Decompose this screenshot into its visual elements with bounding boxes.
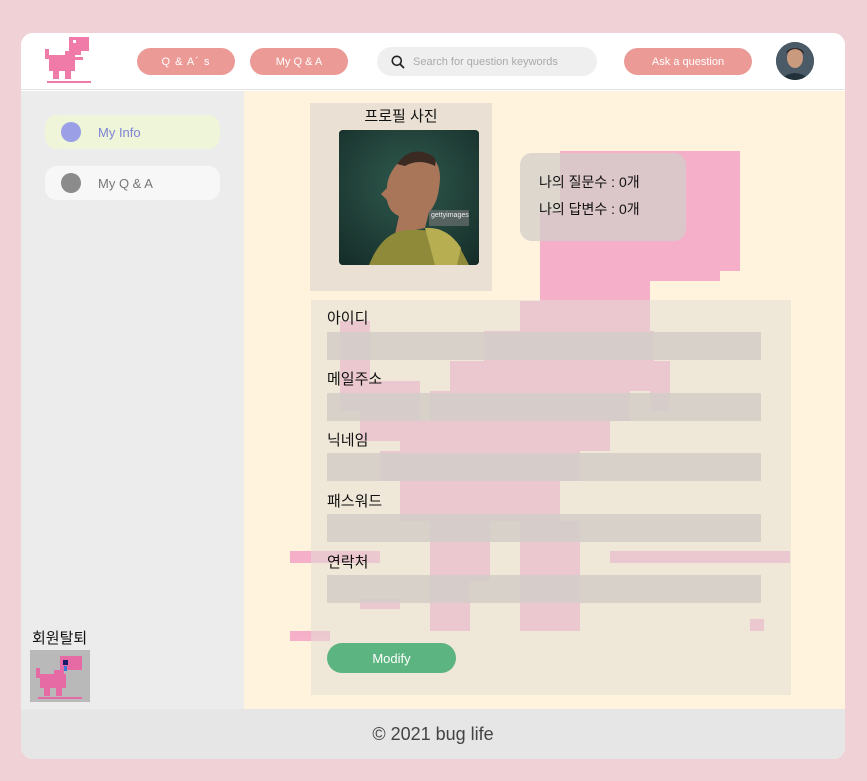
profile-photo[interactable]: gettyimages <box>339 130 479 265</box>
password-label: 패스워드 <box>327 493 383 510</box>
password-field[interactable] <box>327 514 761 542</box>
sidebar-item-label: My Q & A <box>98 175 153 191</box>
profile-title: 프로필 사진 <box>364 108 438 125</box>
profile-form: 아이디 메일주소 닉네임 패스워드 연락처 Modify <box>311 300 791 695</box>
nickname-label: 닉네임 <box>327 432 369 449</box>
nav-qa-button[interactable]: Q & A´ s <box>137 48 235 75</box>
nav-my-qa-button[interactable]: My Q & A <box>250 48 348 75</box>
pink-pixel-dinosaur-icon[interactable] <box>43 35 95 87</box>
sidebar-item-my-qa[interactable]: My Q & A <box>45 166 220 200</box>
profile-photo-card: 프로필 사진 gettyimages <box>310 103 492 291</box>
search-icon <box>391 55 405 69</box>
phone-label: 연락처 <box>327 554 369 571</box>
withdraw-label: 회원탈퇴 <box>32 630 88 647</box>
phone-field[interactable] <box>327 575 761 603</box>
main-content: 프로필 사진 gettyimages 나의 질문수: 0개 나의 답변수: … <box>244 91 845 709</box>
circle-icon <box>61 122 81 142</box>
app-window: Q & A´ s My Q & A Ask a question My Info <box>21 33 845 759</box>
crying-dinosaur-icon[interactable] <box>30 650 90 702</box>
answer-count: 나의 답변수 : 0개 <box>539 201 640 217</box>
email-label: 메일주소 <box>327 371 383 388</box>
circle-icon <box>61 173 81 193</box>
search-input[interactable] <box>413 55 583 68</box>
id-label: 아이디 <box>327 310 369 327</box>
ask-question-button[interactable]: Ask a question <box>624 48 752 75</box>
sidebar: My Info My Q & A 회원탈퇴 <box>21 91 244 709</box>
search-bar[interactable] <box>377 47 597 76</box>
sidebar-item-label: My Info <box>98 124 141 140</box>
nickname-field[interactable] <box>327 453 761 481</box>
modify-button[interactable]: Modify <box>327 643 456 673</box>
getty-watermark: gettyimages <box>431 212 469 219</box>
sidebar-item-my-info[interactable]: My Info <box>45 115 220 149</box>
email-field[interactable] <box>327 393 761 421</box>
footer: © 2021 bug life <box>21 709 845 759</box>
copyright-text: © 2021 bug life <box>372 723 494 744</box>
header: Q & A´ s My Q & A Ask a question <box>21 33 845 90</box>
id-field[interactable] <box>327 332 761 360</box>
question-count: 나의 질문수 : 0개 <box>539 174 640 190</box>
stats-card: 나의 질문수 : 0개 나의 답변수 : 0개 <box>520 153 686 241</box>
avatar[interactable] <box>776 42 814 80</box>
